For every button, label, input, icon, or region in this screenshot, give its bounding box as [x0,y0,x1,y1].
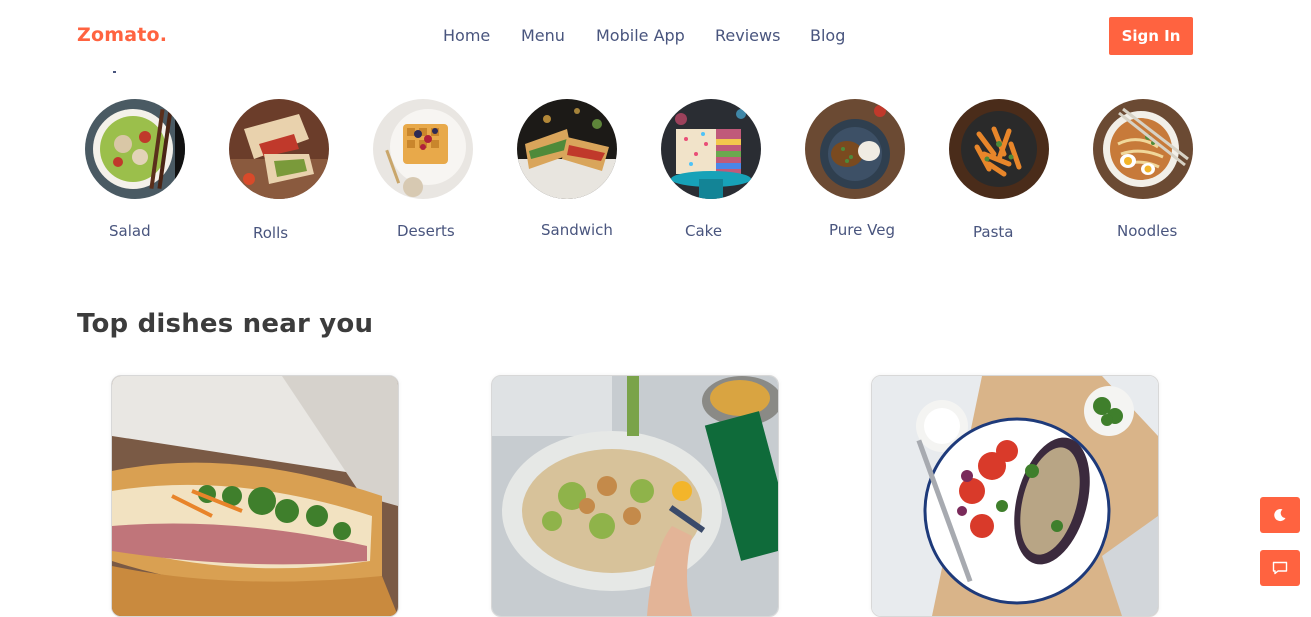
rolls-image [229,99,329,199]
category-salad[interactable] [85,99,185,199]
sign-in-button[interactable]: Sign In [1109,17,1193,55]
nav-link-home[interactable]: Home [443,26,490,45]
noodles-image [1093,99,1193,199]
category-label-sandwich: Sandwich [541,221,613,239]
top-dishes-title: Top dishes near you [77,309,374,339]
category-label-pasta: Pasta [973,223,1014,241]
pure-veg-image [805,99,905,199]
category-label-deserts: Deserts [397,222,455,240]
category-rolls[interactable] [229,99,329,199]
dish-card[interactable] [111,375,399,617]
chat-icon [1272,561,1288,575]
deserts-image [373,99,473,199]
eggplant-salad-plate-image [872,376,1158,616]
navbar: Zomato. Home Menu Mobile App Reviews Blo… [0,0,1311,72]
logo[interactable]: Zomato. [77,24,167,46]
salad-image [85,99,185,199]
nav-link-blog[interactable]: Blog [810,26,845,45]
category-label-noodles: Noodles [1117,222,1178,240]
dish-card[interactable] [491,375,779,617]
theme-toggle-button[interactable] [1260,497,1300,533]
category-cake[interactable] [661,99,761,199]
category-deserts[interactable] [373,99,473,199]
category-sandwich[interactable] [517,99,617,199]
dish-card[interactable] [871,375,1159,617]
banh-mi-sandwich-image [112,376,398,616]
category-pure-veg[interactable] [805,99,905,199]
nav-link-menu[interactable]: Menu [521,26,565,45]
salad-bowl-image [492,376,778,616]
chat-button[interactable] [1260,550,1300,586]
category-noodles[interactable] [1093,99,1193,199]
category-pasta[interactable] [949,99,1049,199]
cake-image [661,99,761,199]
moon-icon [1274,509,1286,522]
category-label-rolls: Rolls [253,224,289,242]
category-label-pure-veg: Pure Veg [829,221,895,239]
category-label-salad: Salad [109,222,151,240]
category-label-cake: Cake [685,222,723,240]
nav-link-reviews[interactable]: Reviews [715,26,780,45]
pasta-image [949,99,1049,199]
divider [113,71,116,73]
nav-link-mobile-app[interactable]: Mobile App [596,26,685,45]
sandwich-image [517,99,617,199]
